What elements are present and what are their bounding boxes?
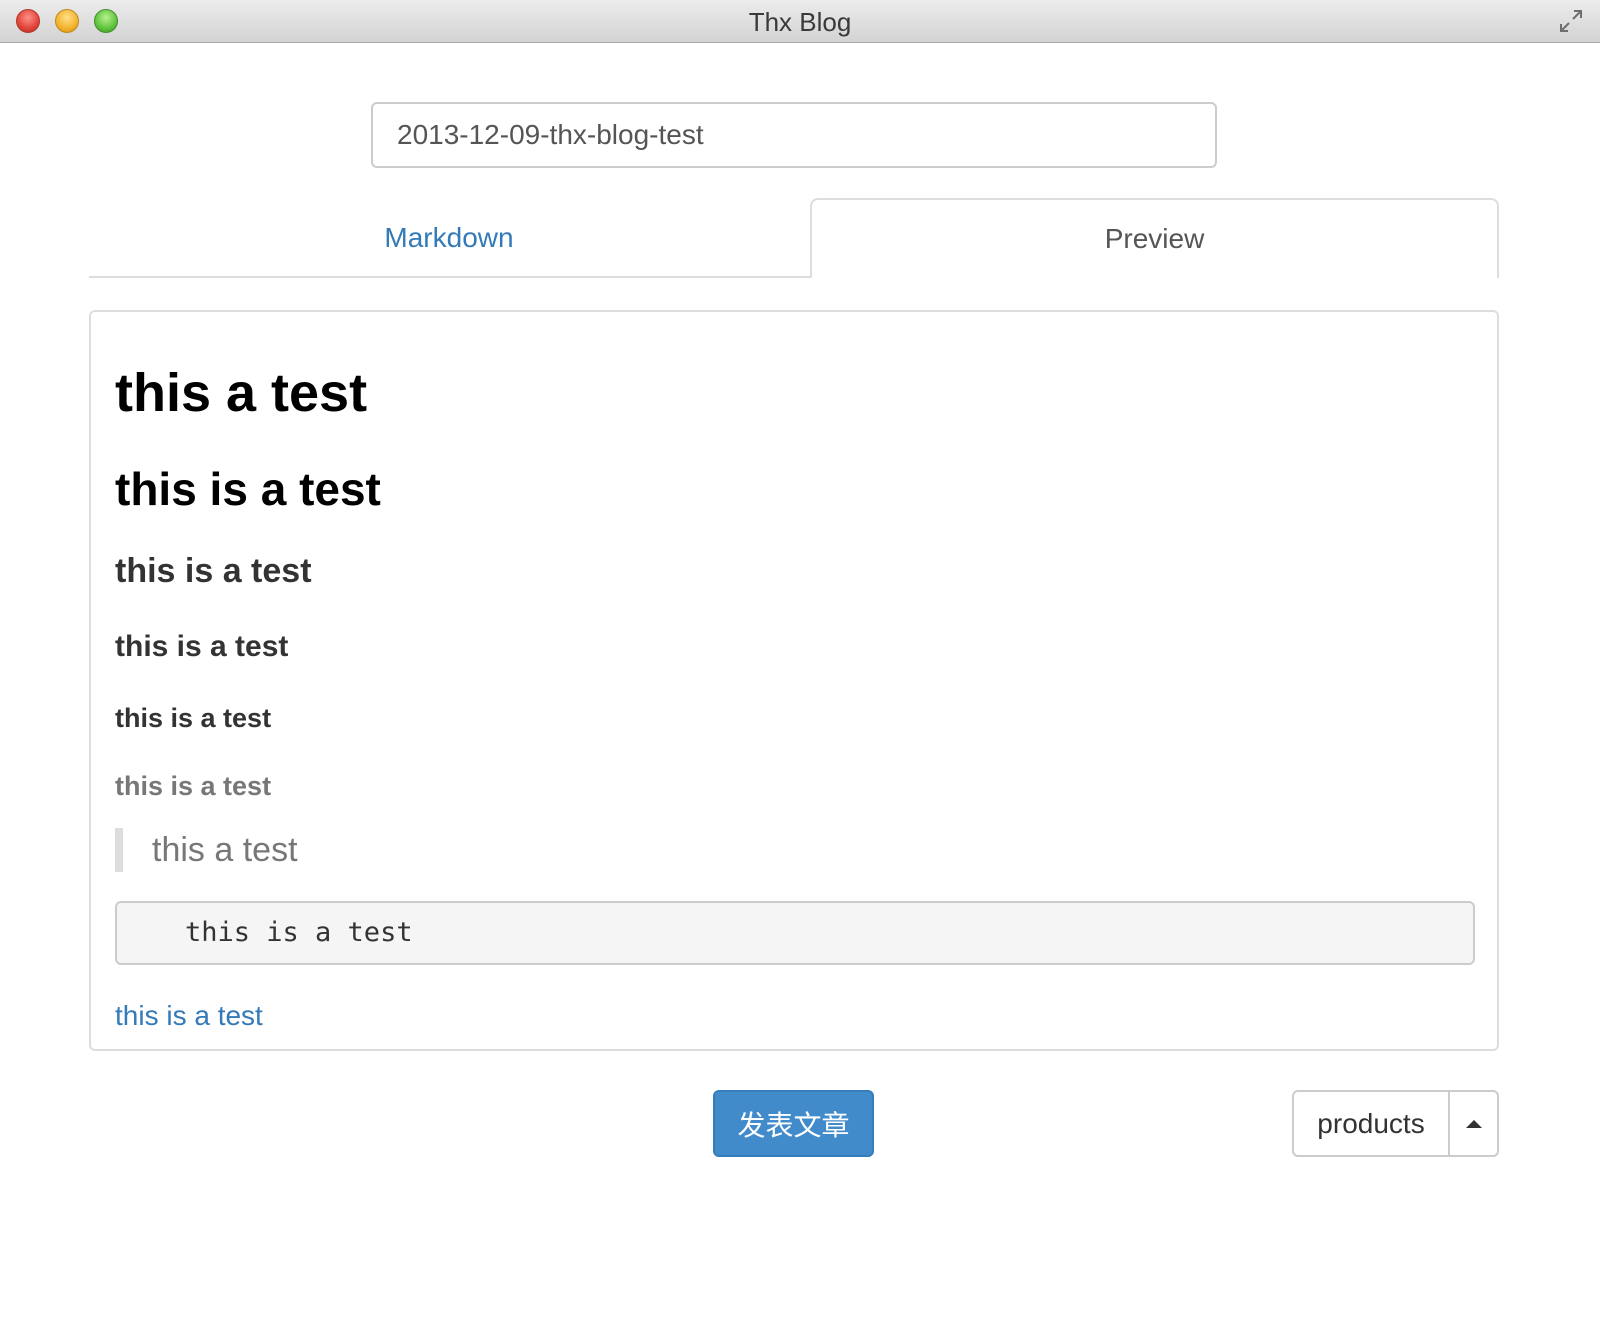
fullscreen-icon[interactable]	[1558, 8, 1584, 34]
publish-button[interactable]: 发表文章	[713, 1090, 874, 1157]
editor-tabs: Markdown Preview	[89, 198, 1499, 280]
category-dropdown-toggle[interactable]	[1450, 1092, 1497, 1155]
category-dropdown: products	[1292, 1090, 1499, 1157]
preview-link[interactable]: this is a test	[115, 1000, 263, 1032]
filename-input[interactable]	[371, 102, 1217, 168]
app-window: Thx Blog Markdown Preview this a test th…	[0, 0, 1600, 1318]
preview-heading-3: this is a test	[115, 552, 312, 590]
preview-blockquote: this a test	[115, 828, 298, 872]
tab-preview[interactable]: Preview	[810, 198, 1499, 278]
tab-markdown[interactable]: Markdown	[89, 198, 809, 278]
preview-heading-5: this is a test	[115, 703, 272, 733]
preview-panel: this a test this is a test this is a tes…	[89, 310, 1499, 1051]
preview-heading-4: this is a test	[115, 630, 289, 663]
category-button[interactable]: products	[1294, 1092, 1450, 1155]
preview-code-block: this is a test	[115, 901, 1475, 965]
caret-up-icon	[1465, 1119, 1482, 1128]
window-title: Thx Blog	[748, 7, 852, 37]
preview-heading-1: this a test	[115, 363, 368, 423]
title-bar: Thx Blog	[0, 0, 1600, 43]
preview-heading-6: this is a test	[115, 771, 272, 801]
preview-heading-2: this is a test	[115, 463, 381, 515]
